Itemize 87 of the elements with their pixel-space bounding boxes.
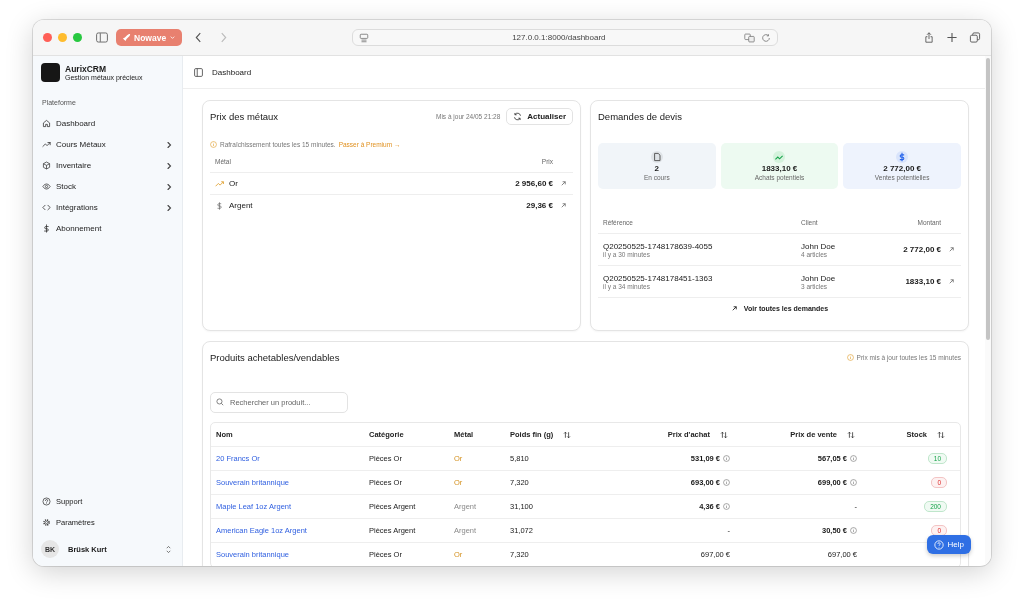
help-icon: [42, 497, 51, 506]
chevron-right-icon: [165, 161, 173, 170]
info-icon: [723, 479, 730, 486]
info-icon: [210, 140, 217, 148]
sidebar-item[interactable]: Dashboard: [41, 113, 174, 134]
address-bar[interactable]: 127.0.0.1:8000/dashboard: [352, 29, 779, 46]
help-button[interactable]: Help: [926, 535, 971, 554]
external-arrow-icon[interactable]: [947, 278, 955, 285]
card-title: Prix des métaux: [210, 111, 279, 122]
app-logo: [41, 63, 60, 82]
caret-icon: [169, 34, 177, 41]
sidebar-item-label: Intégrations: [56, 203, 98, 212]
chevron-right-icon: [165, 140, 173, 149]
back-icon[interactable]: [195, 32, 203, 43]
info-icon: [850, 527, 857, 534]
translate-icon[interactable]: [744, 32, 756, 43]
sidebar-item[interactable]: Abonnement: [41, 218, 174, 239]
stat-icon: [773, 151, 786, 163]
trend-up-icon: [42, 140, 51, 149]
card-title: Produits achetables/vendables: [210, 352, 340, 363]
metal-name: Argent: [229, 201, 253, 210]
arrow-icon: [730, 305, 738, 312]
sidebar-item[interactable]: Intégrations: [41, 197, 174, 218]
reload-icon[interactable]: [761, 32, 772, 43]
stat-value: 2 772,00 €: [883, 164, 922, 173]
client-name: John Doe: [801, 273, 837, 283]
close-window-button[interactable]: [43, 33, 52, 42]
sidebar-item-label: Cours Métaux: [56, 140, 106, 149]
search-icon: [216, 397, 224, 406]
chevron-right-icon: [165, 182, 173, 191]
sidebar-toggle-icon[interactable]: [96, 32, 108, 43]
sidebar-item-label: Abonnement: [56, 224, 102, 233]
metal-price: 2 956,60 €: [515, 179, 553, 188]
stat-icon: [650, 151, 663, 163]
page-title: Dashboard: [212, 67, 252, 77]
new-tab-icon[interactable]: [946, 32, 958, 43]
card-title: Demandes de devis: [598, 111, 682, 122]
sort-icon[interactable]: [563, 430, 572, 439]
page-icon: [359, 32, 370, 43]
client-name: John Doe: [801, 241, 837, 251]
info-icon: [723, 455, 730, 462]
brand-name: AurixCRM: [65, 64, 108, 74]
tabs-overview-icon[interactable]: [969, 32, 981, 43]
sidebar-item[interactable]: Inventaire: [41, 155, 174, 176]
sidebar-item[interactable]: Cours Métaux: [41, 134, 174, 155]
refresh-button[interactable]: Actualiser: [506, 108, 573, 125]
info-icon: [723, 503, 730, 510]
dollar-icon: [42, 224, 51, 233]
share-icon[interactable]: [923, 32, 935, 43]
external-arrow-icon[interactable]: [559, 180, 567, 187]
info-icon: [846, 354, 854, 361]
quote-amount: 2 772,00 €: [902, 245, 941, 254]
scrollbar[interactable]: [985, 56, 991, 566]
sort-icon[interactable]: [720, 430, 728, 439]
metal-price: 29,36 €: [526, 201, 553, 210]
sidebar-item-label: Stock: [56, 182, 76, 191]
sort-icon[interactable]: [847, 430, 855, 439]
metal-name: Or: [229, 179, 238, 188]
sidebar-item-label: Inventaire: [56, 161, 92, 170]
quote-reference: Q20250525-1748178451-1363: [603, 273, 714, 283]
stat-icon: [896, 151, 909, 163]
settings-icon: [42, 518, 51, 527]
info-icon: [850, 479, 857, 486]
info-icon: [850, 455, 857, 462]
home-icon: [42, 119, 51, 128]
eye-icon: [42, 182, 51, 191]
url-text: 127.0.0.1:8000/dashboard: [512, 33, 606, 42]
zoom-window-button[interactable]: [73, 33, 82, 42]
dollar-icon: [215, 201, 224, 210]
code-icon: [42, 203, 51, 212]
stat-value: 1833,10 €: [761, 164, 798, 173]
sort-icon[interactable]: [937, 430, 945, 439]
help-icon: [933, 539, 944, 550]
quote-reference: Q20250525-1748178639-4055: [603, 241, 714, 251]
sidebar-item[interactable]: Stock: [41, 176, 174, 197]
chevron-right-icon: [165, 203, 173, 212]
quote-amount: 1833,10 €: [904, 277, 941, 286]
sidebar-toggle-icon[interactable]: [194, 67, 203, 77]
box-icon: [42, 161, 51, 170]
refresh-icon: [513, 112, 523, 121]
external-arrow-icon[interactable]: [559, 202, 567, 209]
sidebar-item-label: Dashboard: [56, 119, 96, 128]
trend-up-icon: [215, 179, 224, 188]
stat-value: 2: [654, 164, 660, 173]
external-arrow-icon[interactable]: [947, 246, 955, 253]
expand-icon[interactable]: [165, 544, 172, 554]
rocket-icon: [122, 33, 131, 42]
